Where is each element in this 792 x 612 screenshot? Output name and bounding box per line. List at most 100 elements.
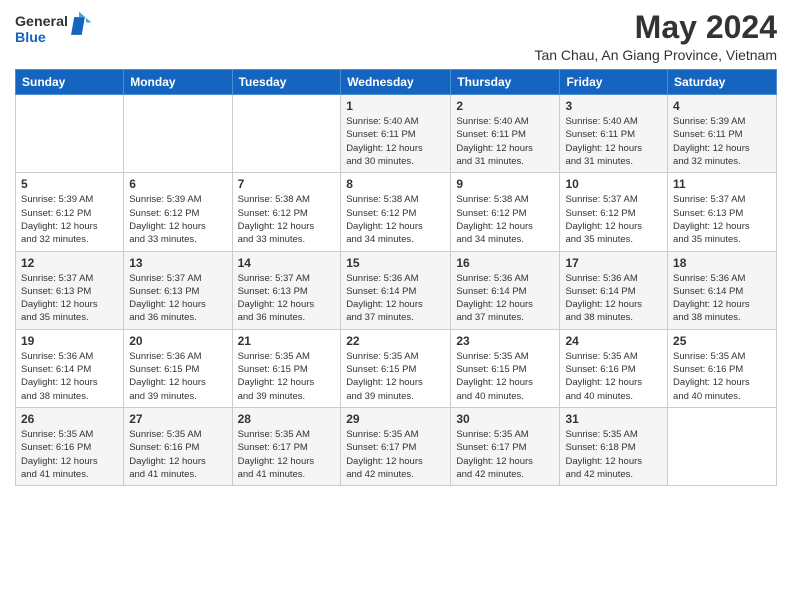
day-info: Sunrise: 5:36 AMSunset: 6:14 PMDaylight:… xyxy=(565,272,662,325)
table-row: 20 Sunrise: 5:36 AMSunset: 6:15 PMDayligh… xyxy=(124,329,232,407)
day-number: 9 xyxy=(456,177,554,191)
col-friday: Friday xyxy=(560,70,668,95)
header-row: Sunday Monday Tuesday Wednesday Thursday… xyxy=(16,70,777,95)
col-tuesday: Tuesday xyxy=(232,70,341,95)
day-info: Sunrise: 5:35 AMSunset: 6:16 PMDaylight:… xyxy=(21,428,118,481)
day-number: 23 xyxy=(456,334,554,348)
table-row: 25Sunrise: 5:35 AMSunset: 6:16 PMDayligh… xyxy=(668,329,777,407)
day-info: Sunrise: 5:39 AMSunset: 6:12 PMDaylight:… xyxy=(21,193,118,246)
day-info: Sunrise: 5:35 AMSunset: 6:15 PMDaylight:… xyxy=(238,350,336,403)
day-info: Sunrise: 5:36 AMSunset: 6:14 PMDaylight:… xyxy=(673,272,771,325)
table-row: 17Sunrise: 5:36 AMSunset: 6:14 PMDayligh… xyxy=(560,251,668,329)
table-row: 22 Sunrise: 5:35 AMSunset: 6:15 PMDayligh… xyxy=(341,329,451,407)
location-subtitle: Tan Chau, An Giang Province, Vietnam xyxy=(534,47,777,63)
table-row: 14Sunrise: 5:37 AMSunset: 6:13 PMDayligh… xyxy=(232,251,341,329)
day-info: Sunrise: 5:38 AMSunset: 6:12 PMDaylight:… xyxy=(456,193,554,246)
day-info: Sunrise: 5:40 AMSunset: 6:11 PMDaylight:… xyxy=(565,115,662,168)
table-row: 26 Sunrise: 5:35 AMSunset: 6:16 PMDayligh… xyxy=(16,407,124,485)
calendar-week-row: 5 Sunrise: 5:39 AMSunset: 6:12 PMDaylight… xyxy=(16,173,777,251)
day-number: 24 xyxy=(565,334,662,348)
table-row: 19 Sunrise: 5:36 AMSunset: 6:14 PMDayligh… xyxy=(16,329,124,407)
page: General Blue May 2024 Tan Chau, An Giang… xyxy=(0,0,792,501)
calendar-week-row: 1Sunrise: 5:40 AMSunset: 6:11 PMDaylight… xyxy=(16,95,777,173)
day-number: 5 xyxy=(21,177,118,191)
day-info: Sunrise: 5:35 AMSunset: 6:18 PMDaylight:… xyxy=(565,428,662,481)
day-info: Sunrise: 5:36 AMSunset: 6:14 PMDaylight:… xyxy=(456,272,554,325)
day-number: 11 xyxy=(673,177,771,191)
day-number: 26 xyxy=(21,412,118,426)
day-number: 7 xyxy=(238,177,336,191)
day-number: 4 xyxy=(673,99,771,113)
day-number: 6 xyxy=(129,177,226,191)
logo: General Blue xyxy=(15,10,95,50)
calendar-week-row: 26 Sunrise: 5:35 AMSunset: 6:16 PMDayligh… xyxy=(16,407,777,485)
table-row: 7 Sunrise: 5:38 AMSunset: 6:12 PMDaylight… xyxy=(232,173,341,251)
day-number: 10 xyxy=(565,177,662,191)
day-info: Sunrise: 5:35 AMSunset: 6:17 PMDaylight:… xyxy=(456,428,554,481)
day-number: 21 xyxy=(238,334,336,348)
col-thursday: Thursday xyxy=(451,70,560,95)
day-info: Sunrise: 5:38 AMSunset: 6:12 PMDaylight:… xyxy=(238,193,336,246)
day-number: 18 xyxy=(673,256,771,270)
table-row: 12 Sunrise: 5:37 AMSunset: 6:13 PMDayligh… xyxy=(16,251,124,329)
day-number: 15 xyxy=(346,256,445,270)
table-row: 4Sunrise: 5:39 AMSunset: 6:11 PMDaylight… xyxy=(668,95,777,173)
table-row: 9 Sunrise: 5:38 AMSunset: 6:12 PMDaylight… xyxy=(451,173,560,251)
day-info: Sunrise: 5:35 AMSunset: 6:16 PMDaylight:… xyxy=(129,428,226,481)
col-wednesday: Wednesday xyxy=(341,70,451,95)
table-row: 13Sunrise: 5:37 AMSunset: 6:13 PMDayligh… xyxy=(124,251,232,329)
day-number: 3 xyxy=(565,99,662,113)
table-row xyxy=(668,407,777,485)
table-row: 23 Sunrise: 5:35 AMSunset: 6:15 PMDayligh… xyxy=(451,329,560,407)
day-number: 13 xyxy=(129,256,226,270)
col-monday: Monday xyxy=(124,70,232,95)
col-saturday: Saturday xyxy=(668,70,777,95)
table-row: 1Sunrise: 5:40 AMSunset: 6:11 PMDaylight… xyxy=(341,95,451,173)
day-number: 22 xyxy=(346,334,445,348)
table-row: 5 Sunrise: 5:39 AMSunset: 6:12 PMDaylight… xyxy=(16,173,124,251)
day-info: Sunrise: 5:36 AMSunset: 6:14 PMDaylight:… xyxy=(21,350,118,403)
day-number: 16 xyxy=(456,256,554,270)
table-row: 6 Sunrise: 5:39 AMSunset: 6:12 PMDaylight… xyxy=(124,173,232,251)
day-info: Sunrise: 5:35 AMSunset: 6:17 PMDaylight:… xyxy=(346,428,445,481)
day-info: Sunrise: 5:40 AMSunset: 6:11 PMDaylight:… xyxy=(346,115,445,168)
table-row: 3 Sunrise: 5:40 AMSunset: 6:11 PMDaylight… xyxy=(560,95,668,173)
table-row: 15 Sunrise: 5:36 AMSunset: 6:14 PMDayligh… xyxy=(341,251,451,329)
day-number: 31 xyxy=(565,412,662,426)
table-row: 8Sunrise: 5:38 AMSunset: 6:12 PMDaylight… xyxy=(341,173,451,251)
day-info: Sunrise: 5:35 AMSunset: 6:16 PMDaylight:… xyxy=(565,350,662,403)
day-number: 29 xyxy=(346,412,445,426)
day-info: Sunrise: 5:37 AMSunset: 6:12 PMDaylight:… xyxy=(565,193,662,246)
day-number: 12 xyxy=(21,256,118,270)
table-row: 11 Sunrise: 5:37 AMSunset: 6:13 PMDayligh… xyxy=(668,173,777,251)
day-number: 20 xyxy=(129,334,226,348)
day-number: 2 xyxy=(456,99,554,113)
table-row: 24 Sunrise: 5:35 AMSunset: 6:16 PMDayligh… xyxy=(560,329,668,407)
day-number: 25 xyxy=(673,334,771,348)
day-info: Sunrise: 5:36 AMSunset: 6:15 PMDaylight:… xyxy=(129,350,226,403)
day-info: Sunrise: 5:39 AMSunset: 6:12 PMDaylight:… xyxy=(129,193,226,246)
table-row xyxy=(16,95,124,173)
table-row: 18 Sunrise: 5:36 AMSunset: 6:14 PMDayligh… xyxy=(668,251,777,329)
table-row: 2Sunrise: 5:40 AMSunset: 6:11 PMDaylight… xyxy=(451,95,560,173)
calendar-table: Sunday Monday Tuesday Wednesday Thursday… xyxy=(15,69,777,486)
table-row: 30 Sunrise: 5:35 AMSunset: 6:17 PMDayligh… xyxy=(451,407,560,485)
day-number: 28 xyxy=(238,412,336,426)
col-sunday: Sunday xyxy=(16,70,124,95)
logo-svg: General Blue xyxy=(15,10,95,50)
day-info: Sunrise: 5:35 AMSunset: 6:15 PMDaylight:… xyxy=(346,350,445,403)
day-info: Sunrise: 5:37 AMSunset: 6:13 PMDaylight:… xyxy=(673,193,771,246)
day-number: 27 xyxy=(129,412,226,426)
day-number: 30 xyxy=(456,412,554,426)
day-number: 8 xyxy=(346,177,445,191)
table-row: 27 Sunrise: 5:35 AMSunset: 6:16 PMDayligh… xyxy=(124,407,232,485)
header: General Blue May 2024 Tan Chau, An Giang… xyxy=(15,10,777,63)
table-row: 16 Sunrise: 5:36 AMSunset: 6:14 PMDayligh… xyxy=(451,251,560,329)
day-info: Sunrise: 5:36 AMSunset: 6:14 PMDaylight:… xyxy=(346,272,445,325)
day-info: Sunrise: 5:35 AMSunset: 6:15 PMDaylight:… xyxy=(456,350,554,403)
day-info: Sunrise: 5:37 AMSunset: 6:13 PMDaylight:… xyxy=(21,272,118,325)
month-year-title: May 2024 xyxy=(534,10,777,45)
svg-text:General: General xyxy=(15,14,68,30)
day-number: 19 xyxy=(21,334,118,348)
table-row: 29 Sunrise: 5:35 AMSunset: 6:17 PMDayligh… xyxy=(341,407,451,485)
